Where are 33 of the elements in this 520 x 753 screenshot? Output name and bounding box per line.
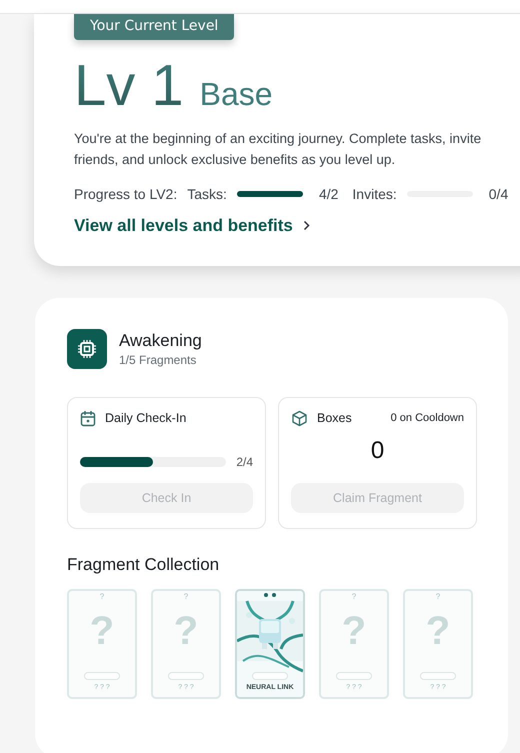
level-name: Base: [200, 76, 273, 113]
check-in-title: Daily Check-In: [105, 411, 186, 426]
level-description: You're at the beginning of an exciting journey. Complete tasks, invite friends, and unlock exclusive benefits as you level up.: [74, 130, 482, 169]
fragment-tag: [84, 672, 120, 680]
collection-title: Fragment Collection: [67, 554, 220, 575]
chip-icon: [67, 328, 107, 369]
stage-title: Awakening: [119, 330, 202, 351]
cooldown-count: 0 on Cooldown: [390, 412, 464, 424]
fragment-mark: ?: [426, 608, 450, 654]
fragment-number: ?: [100, 592, 104, 601]
stage-subtitle: 1/5 Fragments: [119, 352, 198, 367]
boxes-count: 0: [370, 436, 386, 465]
progress-label: Tasks:: [187, 186, 227, 202]
fragment-number: ?: [352, 592, 356, 601]
fragment-number: ?: [436, 592, 440, 601]
progress-label: Invites:: [352, 186, 397, 202]
boxes-title: Boxes: [317, 411, 352, 426]
fragment-mark: ?: [174, 608, 198, 654]
chevron-icon: [302, 220, 310, 232]
fragment-tag: [168, 672, 204, 680]
fragment-tag: [336, 672, 372, 680]
fragment-mark: ?: [342, 608, 366, 654]
fragment-mark: ?: [90, 608, 114, 654]
calendar-icon: [80, 410, 96, 427]
fragment-number: ?: [184, 592, 188, 601]
check-in-reading: 2/4: [236, 454, 253, 469]
cube-icon: [291, 410, 308, 427]
progress-reading: 4/2: [318, 186, 338, 202]
progress-reading: 0/4: [488, 186, 508, 202]
level-badge: Your Current Level: [74, 14, 234, 40]
fragment-tag: [420, 672, 456, 680]
levels-link[interactable]: View all levels and benefits: [74, 216, 310, 236]
progress-title: Progress to LV2:: [74, 186, 178, 202]
